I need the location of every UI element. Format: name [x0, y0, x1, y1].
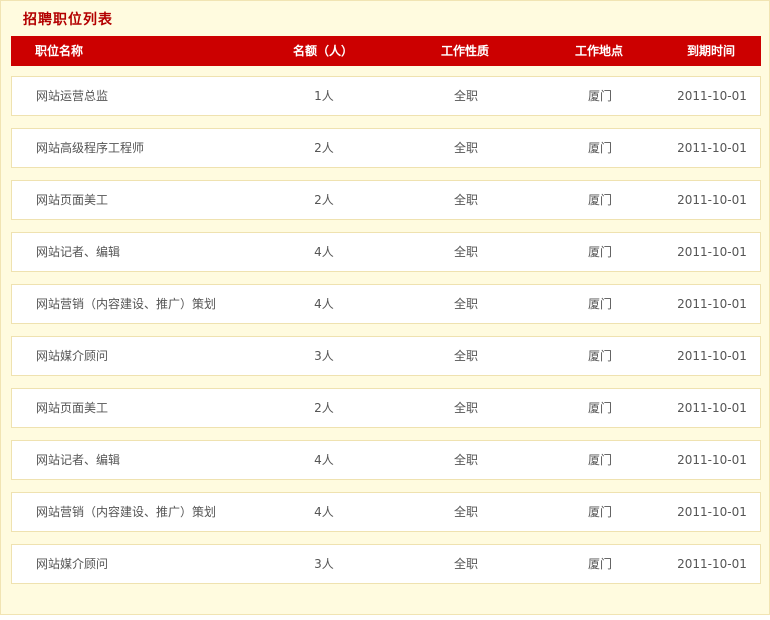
column-header-location: 工作地点	[574, 44, 623, 58]
job-type: 全职	[453, 89, 478, 103]
job-title[interactable]: 网站媒介顾问	[36, 337, 108, 375]
job-type: 全职	[453, 297, 478, 311]
job-location: 厦门	[587, 245, 612, 259]
job-title[interactable]: 网站营销（内容建设、推广）策划	[36, 285, 216, 323]
job-type: 全职	[453, 245, 478, 259]
job-count: 3人	[314, 349, 334, 363]
column-header-type: 工作性质	[440, 44, 489, 58]
job-type: 全职	[453, 349, 478, 363]
job-deadline: 2011-10-01	[677, 557, 747, 571]
job-title[interactable]: 网站记者、编辑	[36, 441, 120, 479]
job-count: 4人	[314, 453, 334, 467]
job-list-panel: 招聘职位列表 职位名称 名额（人） 工作性质 工作地点 到期时间 网站运营总监 …	[0, 0, 770, 615]
job-deadline: 2011-10-01	[677, 505, 747, 519]
job-type: 全职	[453, 557, 478, 571]
job-location: 厦门	[587, 89, 612, 103]
job-deadline: 2011-10-01	[677, 193, 747, 207]
job-title[interactable]: 网站媒介顾问	[36, 545, 108, 583]
job-row[interactable]: 网站页面美工 2人 全职 厦门 2011-10-01	[11, 180, 761, 220]
job-title[interactable]: 网站营销（内容建设、推广）策划	[36, 493, 216, 531]
job-row[interactable]: 网站营销（内容建设、推广）策划 4人 全职 厦门 2011-10-01	[11, 492, 761, 532]
job-title[interactable]: 网站页面美工	[36, 389, 108, 427]
job-deadline: 2011-10-01	[677, 245, 747, 259]
job-type: 全职	[453, 193, 478, 207]
job-count: 4人	[314, 245, 334, 259]
job-title[interactable]: 网站页面美工	[36, 181, 108, 219]
job-deadline: 2011-10-01	[677, 141, 747, 155]
job-type: 全职	[453, 453, 478, 467]
job-location: 厦门	[587, 453, 612, 467]
job-location: 厦门	[587, 401, 612, 415]
job-row[interactable]: 网站记者、编辑 4人 全职 厦门 2011-10-01	[11, 232, 761, 272]
column-header-title: 职位名称	[35, 44, 84, 58]
table-header: 职位名称 名额（人） 工作性质 工作地点 到期时间	[11, 36, 761, 66]
job-type: 全职	[453, 401, 478, 415]
job-count: 4人	[314, 297, 334, 311]
job-deadline: 2011-10-01	[677, 349, 747, 363]
job-rows: 网站运营总监 1人 全职 厦门 2011-10-01 网站高级程序工程师 2人 …	[11, 76, 761, 596]
job-row[interactable]: 网站媒介顾问 3人 全职 厦门 2011-10-01	[11, 336, 761, 376]
job-title[interactable]: 网站运营总监	[36, 77, 108, 115]
job-count: 2人	[314, 141, 334, 155]
job-row[interactable]: 网站媒介顾问 3人 全职 厦门 2011-10-01	[11, 544, 761, 584]
job-count: 2人	[314, 193, 334, 207]
job-type: 全职	[453, 141, 478, 155]
job-row[interactable]: 网站高级程序工程师 2人 全职 厦门 2011-10-01	[11, 128, 761, 168]
job-count: 3人	[314, 557, 334, 571]
job-location: 厦门	[587, 349, 612, 363]
job-row[interactable]: 网站页面美工 2人 全职 厦门 2011-10-01	[11, 388, 761, 428]
job-count: 2人	[314, 401, 334, 415]
job-deadline: 2011-10-01	[677, 453, 747, 467]
job-location: 厦门	[587, 557, 612, 571]
job-row[interactable]: 网站运营总监 1人 全职 厦门 2011-10-01	[11, 76, 761, 116]
job-deadline: 2011-10-01	[677, 297, 747, 311]
column-header-deadline: 到期时间	[686, 44, 735, 58]
job-row[interactable]: 网站营销（内容建设、推广）策划 4人 全职 厦门 2011-10-01	[11, 284, 761, 324]
job-location: 厦门	[587, 193, 612, 207]
job-title[interactable]: 网站记者、编辑	[36, 233, 120, 271]
job-location: 厦门	[587, 141, 612, 155]
job-type: 全职	[453, 505, 478, 519]
job-title[interactable]: 网站高级程序工程师	[36, 129, 144, 167]
job-count: 4人	[314, 505, 334, 519]
column-header-count: 名额（人）	[292, 44, 353, 58]
job-deadline: 2011-10-01	[677, 401, 747, 415]
job-location: 厦门	[587, 505, 612, 519]
job-location: 厦门	[587, 297, 612, 311]
job-count: 1人	[314, 89, 334, 103]
page-title: 招聘职位列表	[23, 12, 113, 28]
job-deadline: 2011-10-01	[677, 89, 747, 103]
job-row[interactable]: 网站记者、编辑 4人 全职 厦门 2011-10-01	[11, 440, 761, 480]
